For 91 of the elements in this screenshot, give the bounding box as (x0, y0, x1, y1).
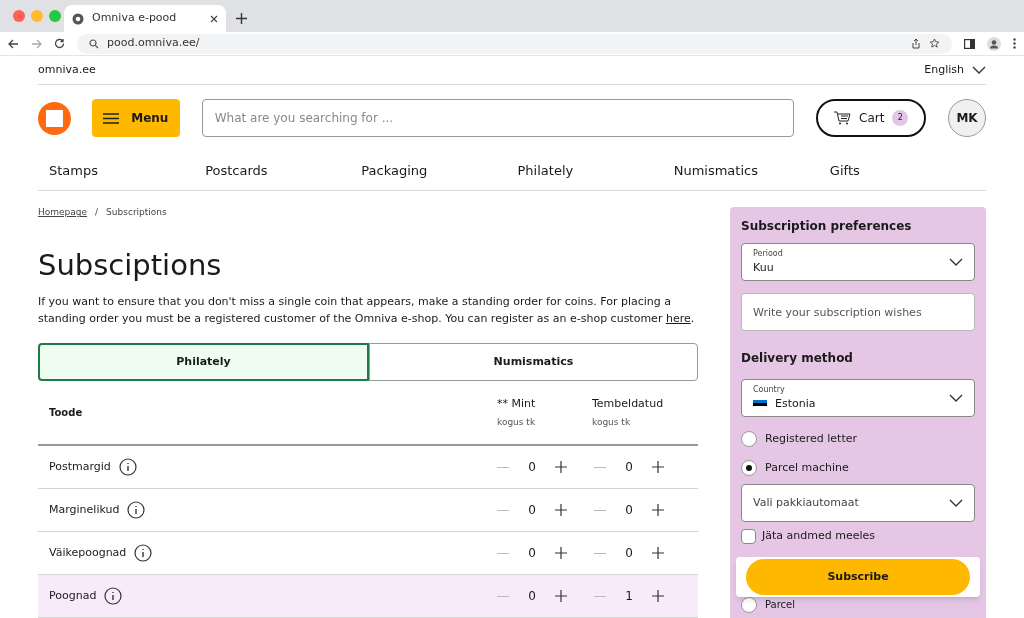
plus-icon[interactable] (555, 504, 567, 516)
quantity-value: 1 (624, 588, 634, 605)
period-dropdown[interactable]: Periood Kuu (741, 243, 975, 281)
nav-link[interactable]: Packaging (361, 160, 518, 181)
info-icon[interactable] (127, 501, 146, 519)
profile-icon[interactable] (987, 36, 1001, 51)
language-dropdown[interactable]: English (924, 61, 986, 79)
radio-button[interactable] (741, 459, 757, 476)
subscribe-button[interactable]: Subscribe (746, 559, 970, 595)
wishes-field[interactable]: Write your subscription wishes (741, 293, 975, 331)
breadcrumb-link[interactable]: Homepage (38, 206, 88, 220)
quantity-value: 0 (624, 459, 634, 476)
search-field[interactable]: What are you searching for ... (201, 99, 795, 137)
field-value: Estonia (775, 395, 816, 412)
plus-icon[interactable] (555, 547, 567, 559)
back-icon[interactable] (8, 38, 19, 49)
nav-link[interactable]: Stamps (49, 160, 206, 181)
menu-icon (103, 112, 120, 124)
user-avatar[interactable]: MK (948, 99, 986, 137)
field-label: Periood (753, 247, 784, 260)
info-icon[interactable] (134, 544, 153, 562)
logo-icon[interactable] (38, 101, 71, 135)
plus-icon[interactable] (555, 461, 567, 473)
page-title: Subsciptions (38, 247, 223, 284)
field-value: Kuu (753, 259, 774, 276)
quantity-value: 0 (527, 545, 537, 562)
nav-link[interactable]: Numismatics (673, 160, 830, 181)
nav-link[interactable]: Philately (517, 160, 674, 181)
more-icon[interactable] (1013, 38, 1016, 49)
column-header: Toode (49, 406, 84, 420)
quantity-value: 0 (624, 502, 634, 519)
product-name: Väikepoognad (49, 544, 127, 561)
column-unit: kogus tk (497, 416, 537, 429)
quantity-value: 0 (527, 588, 537, 605)
register-link[interactable]: here (665, 312, 691, 325)
new-tab-icon[interactable] (236, 13, 247, 24)
browser-logo-icon (72, 12, 84, 25)
product-name: Postmargid (49, 458, 111, 475)
chevron-down-icon (972, 66, 986, 74)
address-bar[interactable]: pood.omniva.ee/ (77, 33, 952, 54)
cart-count-badge: 2 (892, 110, 909, 126)
info-icon[interactable] (118, 458, 137, 476)
share-icon[interactable] (911, 38, 921, 49)
product-name: Poognad (49, 587, 97, 604)
nav-link[interactable]: Postcards (205, 160, 362, 181)
radio-label: Parcel (765, 598, 796, 612)
breadcrumb-separator: / (95, 206, 99, 220)
reload-icon[interactable] (54, 38, 65, 49)
close-icon[interactable] (210, 14, 218, 23)
field-label: Country (753, 383, 786, 396)
chevron-down-icon (949, 258, 963, 266)
plus-icon[interactable] (652, 547, 664, 559)
cart-button[interactable]: Cart 2 (816, 99, 927, 137)
chevron-down-icon (949, 394, 963, 402)
nav-link[interactable]: Gifts (829, 160, 987, 181)
quantity-value: 0 (527, 459, 537, 476)
product-name: Marginelikud (49, 501, 120, 518)
browser-tab[interactable]: Omniva e-pood (64, 5, 226, 32)
radio-label: Parcel machine (765, 459, 849, 476)
category-tab[interactable]: Philately (38, 343, 369, 381)
quantity-value: 0 (527, 502, 537, 519)
checkbox-label: Jäta andmed meeles (762, 528, 875, 544)
plus-icon[interactable] (555, 590, 567, 602)
plus-icon[interactable] (652, 504, 664, 516)
chevron-down-icon (949, 499, 963, 507)
plus-icon[interactable] (652, 461, 664, 473)
site-link[interactable]: omniva.ee (38, 61, 96, 79)
breadcrumb-current: Subscriptions (106, 206, 167, 220)
category-tab[interactable]: Numismatics (369, 343, 698, 381)
plus-icon[interactable] (652, 590, 664, 602)
sidebar-title: Subscription preferences (741, 218, 913, 235)
search-icon (89, 38, 99, 49)
info-icon[interactable] (104, 587, 123, 605)
column-header: Tembeldatud (592, 395, 665, 412)
parcel-machine-dropdown[interactable]: Vali pakkiautomaat (741, 484, 975, 522)
star-icon[interactable] (929, 38, 940, 49)
checkbox[interactable] (741, 528, 756, 544)
intro-text: If you want to ensure that you don't miss a single coin that appears, make a standing order for coins. For placing a standing order you must be a registered customer of the Omniva e-shop. You can register as an e-shop customer here. (38, 294, 696, 327)
side-panel-icon[interactable] (964, 38, 975, 49)
column-header: ** Mint (497, 395, 537, 412)
quantity-value: 0 (624, 545, 634, 562)
tab-title: Omniva e-pood (92, 10, 178, 27)
radio-button[interactable] (741, 431, 757, 448)
cart-icon (834, 111, 852, 125)
flag-icon (753, 399, 767, 409)
column-unit: kogus tk (592, 416, 632, 429)
radio-label: Registered letter (765, 431, 858, 447)
menu-button[interactable]: Menu (91, 99, 180, 137)
country-dropdown[interactable]: Country Estonia (741, 379, 975, 417)
section-title: Delivery method (741, 350, 854, 367)
url-text: pood.omniva.ee/ (107, 35, 201, 52)
